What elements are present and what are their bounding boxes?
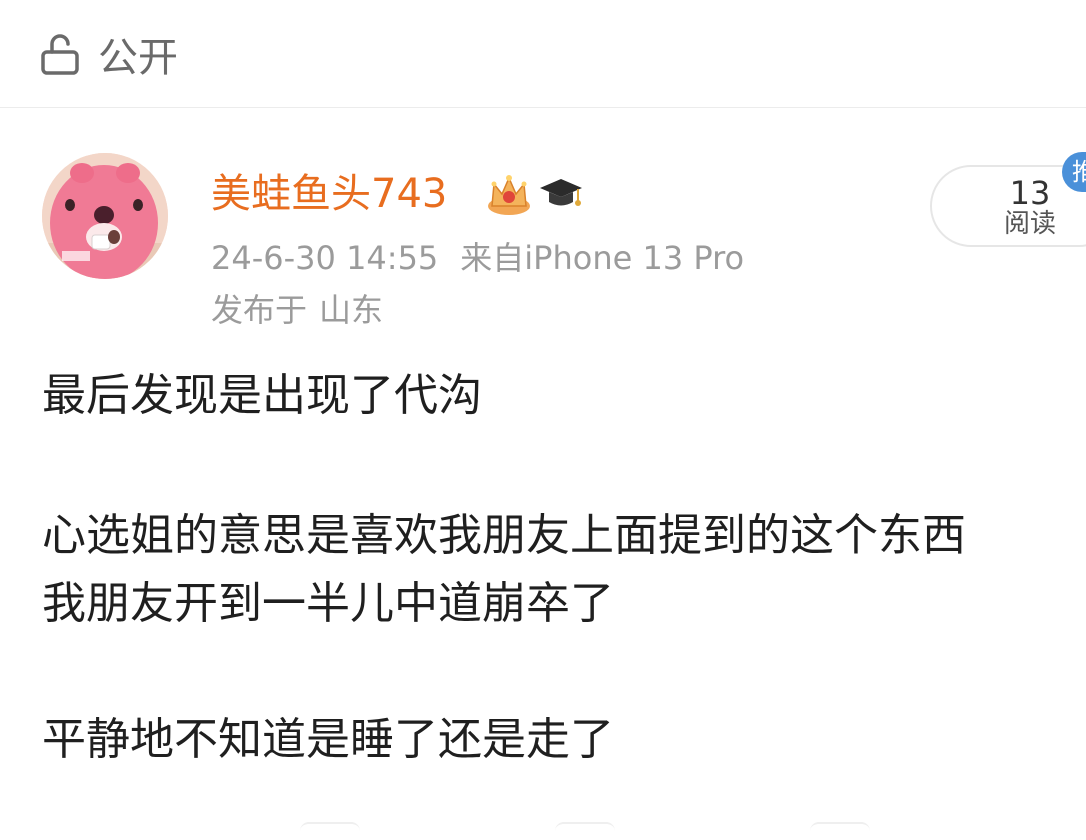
image-thumbnail-edge <box>810 822 870 840</box>
image-thumbnail-edge <box>300 822 360 840</box>
graduation-cap-icon <box>540 179 582 206</box>
avatar[interactable] <box>42 153 168 279</box>
post-text-line: 最后发现是出现了代沟 <box>42 370 482 421</box>
location-value: 山东 <box>319 291 384 329</box>
crown-icon <box>488 175 530 215</box>
post-location: 发布于 山东 <box>211 288 383 332</box>
post-meta: 24-6-30 14:55 来自iPhone 13 Pro <box>211 236 744 280</box>
image-thumbnail-edge <box>555 822 615 840</box>
post-timestamp: 24-6-30 14:55 <box>211 239 439 277</box>
post-text-line: 我朋友开到一半儿中道崩卒了 <box>42 578 614 629</box>
location-prefix: 发布于 <box>211 291 308 329</box>
post-text-line: 心选姐的意思是喜欢我朋友上面提到的这个东西 <box>42 510 966 561</box>
visibility-bar[interactable]: 公开 <box>0 0 1086 108</box>
pink-beaver-avatar <box>42 153 168 279</box>
lock-open-icon <box>41 34 79 75</box>
post-source: 来自iPhone 13 Pro <box>460 239 745 277</box>
visibility-label: 公开 <box>98 35 178 81</box>
read-label: 阅读 <box>1003 209 1056 239</box>
post-text-line: 平静地不知道是睡了还是走了 <box>42 714 614 765</box>
author-name[interactable]: 美蛙鱼头743 <box>211 168 447 220</box>
